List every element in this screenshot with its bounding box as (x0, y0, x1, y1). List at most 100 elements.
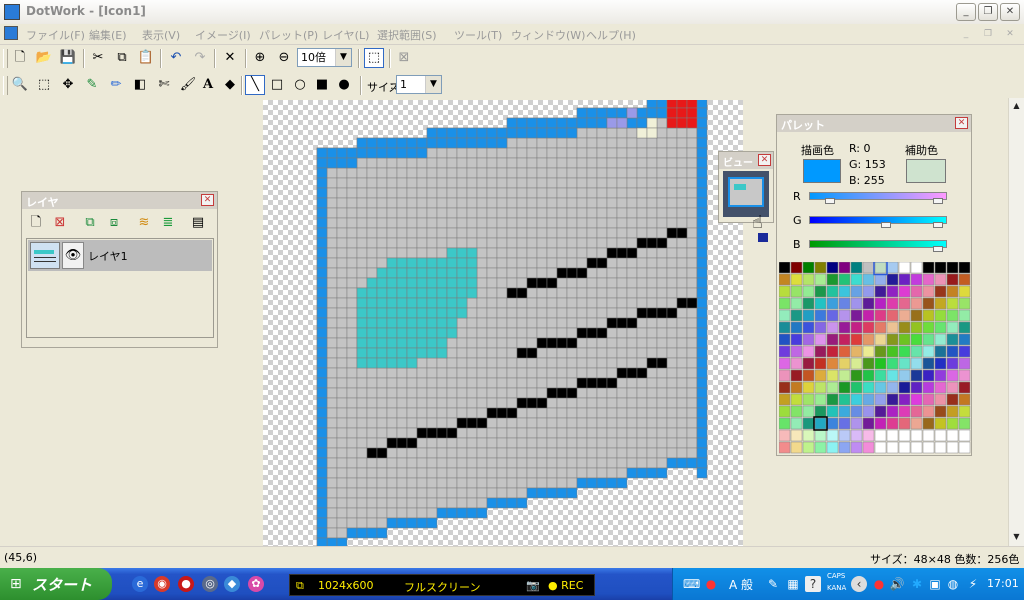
layer-down-icon[interactable]: ⧈ (104, 213, 124, 233)
close-icon[interactable]: ✕ (201, 194, 214, 206)
mdi-restore-icon[interactable]: ❐ (980, 27, 996, 41)
document-icon[interactable] (4, 26, 18, 40)
redo-icon[interactable]: ↷ (190, 48, 210, 68)
blue-slider-knob[interactable] (933, 246, 943, 252)
brush-icon[interactable]: 🖌 (178, 75, 198, 95)
paint-icon[interactable]: ✿ (248, 576, 264, 592)
merge-all-icon[interactable]: ≣ (158, 213, 178, 233)
blue-slider[interactable] (809, 240, 947, 248)
magnifier-icon[interactable]: 🔍 (10, 75, 30, 95)
menu-selection[interactable]: 選択範囲(S) (377, 27, 437, 43)
media-icon[interactable]: ◎ (202, 576, 218, 592)
close-icon[interactable]: ✕ (955, 117, 968, 129)
menu-image[interactable]: イメージ(I) (195, 27, 251, 43)
save-icon[interactable]: 💾 (58, 48, 78, 68)
ime-icon[interactable]: ● (703, 576, 719, 592)
menu-layer[interactable]: レイヤ(L) (322, 27, 369, 43)
menu-window[interactable]: ウィンドウ(W) (511, 27, 585, 43)
minimize-button[interactable]: _ (956, 3, 976, 21)
delete-layer-icon[interactable]: ⊠ (50, 213, 70, 233)
mdi-minimize-icon[interactable]: _ (958, 27, 974, 41)
palette-panel-titlebar[interactable]: パレット ✕ (777, 115, 971, 132)
menu-help[interactable]: ヘルプ(H) (586, 27, 636, 43)
zoom-select[interactable]: 10倍 ▼ (297, 48, 352, 67)
rec-label[interactable]: ● REC (548, 579, 583, 592)
ime-dict-icon[interactable]: ▦ (785, 576, 801, 592)
select-tool-icon[interactable]: ⬚ (34, 75, 54, 95)
paste-icon[interactable]: 📋 (136, 48, 156, 68)
ie-icon[interactable]: e (132, 576, 148, 592)
text-tool-icon[interactable]: A (198, 75, 218, 95)
new-layer-icon[interactable]: 🗋 (26, 213, 46, 233)
filled-rectangle-icon[interactable]: ■ (312, 75, 332, 95)
green-slider[interactable] (809, 216, 947, 224)
volume-icon[interactable]: 🔊 (889, 576, 905, 592)
ellipse-icon[interactable]: ○ (290, 75, 310, 95)
restore-button[interactable]: ❐ (978, 3, 998, 21)
pixel-canvas[interactable] (263, 100, 743, 546)
menu-file[interactable]: ファイル(F) (26, 27, 85, 43)
cut-icon[interactable]: ✂ (88, 48, 108, 68)
eraser-icon[interactable]: ◧ (130, 75, 150, 95)
record-tray-icon[interactable]: ● (871, 576, 887, 592)
camera-icon[interactable]: 📷 (526, 579, 540, 592)
pencil-icon[interactable]: ✏ (106, 75, 126, 95)
undo-icon[interactable]: ↶ (166, 48, 186, 68)
scroll-up-icon[interactable]: ▲ (1009, 98, 1024, 114)
ime-tool-icon[interactable]: ✎ (765, 576, 781, 592)
select-rect-icon[interactable]: ⬚ (364, 48, 384, 68)
chevron-left-icon[interactable]: ‹ (851, 576, 867, 592)
layer-up-icon[interactable]: ⧉ (80, 213, 100, 233)
green-slider-knob[interactable] (881, 222, 891, 228)
view-panel-titlebar[interactable]: ビュー ✕ (719, 152, 773, 169)
layer-properties-icon[interactable]: ▤ (188, 213, 208, 233)
replace-color-icon[interactable]: ✄ (154, 75, 174, 95)
layer-panel-titlebar[interactable]: レイヤ ✕ (22, 192, 217, 209)
toolbar-grip[interactable] (3, 76, 8, 95)
menu-palette[interactable]: パレット(P) (259, 27, 318, 43)
merge-layer-icon[interactable]: ≋ (134, 213, 154, 233)
record-icon[interactable]: ● (178, 576, 194, 592)
screen-icon[interactable]: ⧉ (296, 579, 304, 593)
chrome-icon[interactable]: ◉ (154, 576, 170, 592)
red-slider-knob-max[interactable] (933, 198, 943, 204)
security-icon[interactable]: ◍ (945, 576, 961, 592)
rectangle-icon[interactable]: □ (267, 75, 287, 95)
background-color-swatch[interactable] (906, 159, 946, 183)
keyboard-icon[interactable]: ⌨ (683, 576, 700, 592)
eyedropper-icon[interactable]: ✎ (82, 75, 102, 95)
new-file-icon[interactable]: 🗋 (10, 48, 30, 68)
layer-row[interactable]: 👁 レイヤ1 (28, 240, 212, 271)
start-button[interactable]: ⊞ スタート (0, 568, 112, 600)
menu-view[interactable]: 表示(V) (142, 27, 180, 43)
scroll-down-icon[interactable]: ▼ (1009, 529, 1024, 545)
copy-icon[interactable]: ⧉ (112, 48, 132, 68)
fill-bucket-icon[interactable]: ◆ (220, 75, 240, 95)
pixel-grid[interactable] (263, 100, 743, 546)
power-icon[interactable]: ⚡ (965, 576, 981, 592)
ime-mode[interactable]: A 般 (729, 576, 753, 593)
menu-tools[interactable]: ツール(T) (454, 27, 502, 43)
foreground-color-swatch[interactable] (803, 159, 841, 183)
close-icon[interactable]: ✕ (758, 154, 771, 166)
close-button[interactable]: ✕ (1000, 3, 1020, 21)
green-slider-knob-max[interactable] (933, 222, 943, 228)
open-folder-icon[interactable]: 📂 (34, 48, 54, 68)
mdi-close-icon[interactable]: ✕ (1002, 27, 1018, 41)
filled-ellipse-icon[interactable]: ● (334, 75, 354, 95)
bluetooth-icon[interactable]: ✱ (909, 576, 925, 592)
menu-edit[interactable]: 編集(E) (89, 27, 127, 43)
zoom-in-icon[interactable]: ⊕ (250, 48, 270, 68)
network-icon[interactable]: ▣ (927, 576, 943, 592)
vertical-scrollbar[interactable]: ▲ ▼ (1008, 98, 1024, 546)
toolbar-grip[interactable] (3, 49, 8, 68)
red-slider-knob[interactable] (825, 198, 835, 204)
app-icon-blue[interactable]: ◆ (224, 576, 240, 592)
color-palette-grid[interactable] (779, 262, 971, 454)
delete-icon[interactable]: ✕ (220, 48, 240, 68)
line-tool-icon[interactable]: ╲ (245, 75, 265, 95)
eye-icon[interactable]: 👁 (62, 242, 84, 269)
deselect-icon[interactable]: ⊠ (394, 48, 414, 68)
move-icon[interactable]: ✥ (58, 75, 78, 95)
chevron-down-icon[interactable]: ▼ (425, 76, 441, 93)
